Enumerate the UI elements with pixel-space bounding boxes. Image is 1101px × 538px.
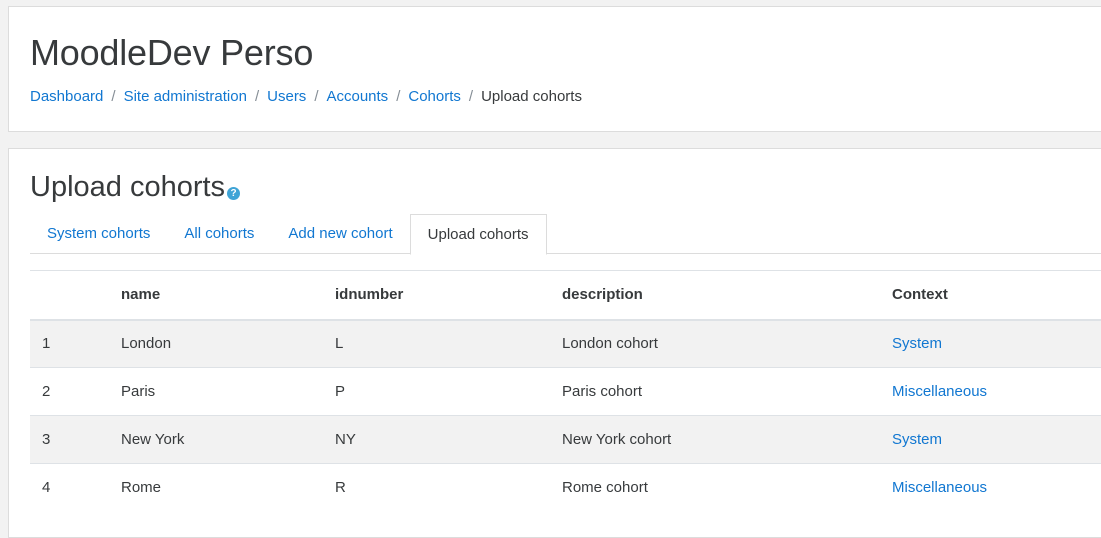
breadcrumb: Dashboard / Site administration / Users … <box>30 88 582 105</box>
column-header-name: name <box>109 270 323 321</box>
breadcrumb-current: Upload cohorts <box>481 88 582 105</box>
tab-add-new-cohort[interactable]: Add new cohort <box>271 214 409 254</box>
cell-context: Miscellaneous <box>880 367 1101 416</box>
table-row: 2 Paris P Paris cohort Miscellaneous <box>30 367 1101 416</box>
cell-description: Rome cohort <box>550 463 880 512</box>
cell-name: Rome <box>109 463 323 512</box>
context-link[interactable]: System <box>892 431 942 448</box>
question-circle-icon[interactable]: ? <box>227 187 241 200</box>
cell-context: Miscellaneous <box>880 463 1101 512</box>
column-header-context: Context <box>880 270 1101 321</box>
column-header-idnumber: idnumber <box>323 270 550 321</box>
cell-idnumber: L <box>323 319 550 368</box>
cell-name: New York <box>109 415 323 464</box>
cell-number: 3 <box>30 415 109 464</box>
breadcrumb-separator: / <box>111 88 116 105</box>
table-row: 3 New York NY New York cohort System <box>30 415 1101 464</box>
column-header-description: description <box>550 270 880 321</box>
cohorts-preview-table: name idnumber description Context 1 Lond… <box>30 270 1101 512</box>
breadcrumb-users[interactable]: Users <box>267 88 306 105</box>
main-region: Upload cohorts ? System cohorts All coho… <box>8 148 1101 538</box>
breadcrumb-dashboard[interactable]: Dashboard <box>30 88 103 105</box>
table-row: 1 London L London cohort System <box>30 319 1101 368</box>
context-link[interactable]: Miscellaneous <box>892 383 987 400</box>
cell-idnumber: NY <box>323 415 550 464</box>
breadcrumb-site-administration[interactable]: Site administration <box>124 88 247 105</box>
tab-system-cohorts[interactable]: System cohorts <box>30 214 167 254</box>
table-header-row: name idnumber description Context <box>30 270 1101 321</box>
breadcrumb-separator: / <box>468 88 474 105</box>
breadcrumb-separator: / <box>254 88 260 105</box>
breadcrumb-accounts[interactable]: Accounts <box>326 88 388 105</box>
cell-idnumber: R <box>323 463 550 512</box>
context-link[interactable]: Miscellaneous <box>892 479 987 496</box>
page-heading: Upload cohorts ? <box>30 171 241 204</box>
column-header-number <box>30 270 109 321</box>
breadcrumb-separator: / <box>314 88 319 105</box>
cell-idnumber: P <box>323 367 550 416</box>
page-heading-text: Upload cohorts <box>30 171 226 203</box>
cell-description: Paris cohort <box>550 367 880 416</box>
page-header: MoodleDev Perso Dashboard / Site adminis… <box>8 6 1101 132</box>
cell-number: 1 <box>30 319 109 368</box>
cell-context: System <box>880 319 1101 368</box>
site-title: MoodleDev Perso <box>30 32 314 73</box>
breadcrumb-separator: / <box>396 88 401 105</box>
cell-number: 4 <box>30 463 109 512</box>
table-row: 4 Rome R Rome cohort Miscellaneous <box>30 463 1101 512</box>
cell-description: London cohort <box>550 319 880 368</box>
tab-all-cohorts[interactable]: All cohorts <box>167 214 271 254</box>
cell-name: Paris <box>109 367 323 416</box>
breadcrumb-cohorts[interactable]: Cohorts <box>408 88 461 105</box>
cell-description: New York cohort <box>550 415 880 464</box>
tab-upload-cohorts[interactable]: Upload cohorts <box>409 214 547 255</box>
context-link[interactable]: System <box>892 335 942 352</box>
cell-context: System <box>880 415 1101 464</box>
cell-number: 2 <box>30 367 109 416</box>
cohort-tabs: System cohorts All cohorts Add new cohor… <box>30 214 1101 255</box>
cell-name: London <box>109 319 323 368</box>
